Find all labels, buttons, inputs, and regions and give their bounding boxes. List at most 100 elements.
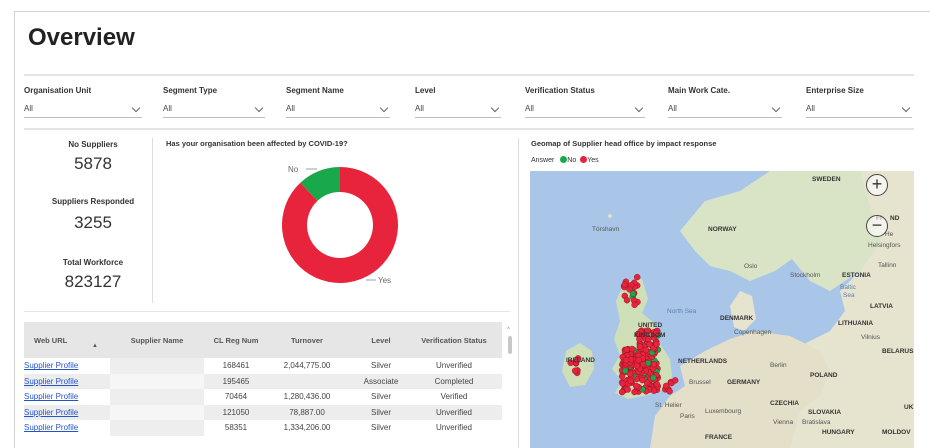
map-label: Copenhagen [734,329,772,336]
filter-segment-name[interactable]: Segment Name All [286,86,390,118]
divider [518,138,519,448]
column-header-web-url[interactable]: Web URL [24,322,110,358]
supplier-profile-link[interactable]: Supplier Profile [24,423,78,432]
map-label: Vienna [773,419,794,426]
turnover-cell: 1,280,436.00 [283,392,331,402]
map-label: ESTONIA [842,272,871,279]
turnover-cell: 1,334,206.00 [283,423,331,433]
supplier-map-point[interactable] [639,360,647,368]
level-cell: Silver [346,404,416,420]
supplier-profile-link[interactable]: Supplier Profile [24,361,78,370]
turnover-cell: 78,887.00 [268,404,346,420]
supplier-map-point[interactable] [618,388,626,396]
turnover-cell [268,373,346,389]
chevron-down-icon [131,103,141,113]
scroll-up-icon[interactable]: ^ [507,327,510,333]
donut-slice-yes[interactable] [282,167,398,283]
supplier-profile-link[interactable]: Supplier Profile [24,408,78,417]
legend-title: Answer [531,157,555,164]
status-cell: Unverified [435,361,472,371]
filter-select[interactable]: All [163,103,265,118]
supplier-map-point[interactable] [627,377,634,385]
supplier-map-point[interactable] [633,382,640,390]
supplier-map-point[interactable] [653,341,660,348]
table-row: Supplier Profile 70464 1,280,436.00 Silv… [24,389,502,405]
kpi-value-total-workforce: 823127 [64,272,122,291]
supplier-map-point[interactable] [631,388,638,396]
supplier-map-point[interactable] [623,296,631,304]
filter-label: Level [415,86,436,95]
supplier-map-point[interactable] [639,376,646,384]
column-header-cl-reg-num[interactable]: CL Reg Num [204,322,268,358]
filter-select[interactable]: All [668,103,782,118]
filter-organisation-unit[interactable]: Organisation Unit All [24,86,142,118]
filter-level[interactable]: Level All [415,86,501,118]
supplier-map-point[interactable] [666,388,673,395]
filter-verification-status[interactable]: Verification Status All [525,86,645,118]
zoom-out-button[interactable]: − [866,215,888,237]
map-label: HUNGARY [822,429,855,436]
sort-indicator-icon: ▲ [92,343,98,349]
filter-segment-type[interactable]: Segment Type All [163,86,265,118]
supplier-map-point[interactable] [622,367,629,375]
filter-enterprise-size[interactable]: Enterprise Size All [806,86,912,118]
chevron-down-icon [254,103,264,113]
filter-select[interactable]: All [806,103,912,118]
column-header-supplier-name[interactable]: Supplier Name [110,322,204,358]
supplier-map-point[interactable] [671,377,679,384]
reg-num-cell: 195465 [204,373,268,389]
map-label: Paris [680,413,695,420]
supplier-map-point[interactable] [633,362,641,370]
supplier-map-point[interactable] [623,356,630,364]
supplier-map-point[interactable] [633,273,641,281]
zoom-in-button[interactable]: + [866,174,888,196]
column-header-level[interactable]: Level [346,322,416,358]
kpi-label-no-suppliers: No Suppliers [68,140,118,149]
page-title: Overview [28,24,135,51]
table-row: Supplier Profile 58351 1,334,206.00 Silv… [24,420,502,436]
supplier-map-point[interactable] [631,301,638,309]
geomap[interactable]: SWEDEN FI ND He Helsingfors Tórshavn NOR… [530,171,914,448]
table-scroll-thumb[interactable] [508,336,512,354]
supplier-name-cell [110,404,204,420]
chevron-down-icon [490,103,500,113]
map-label: Luxembourg [705,408,742,415]
filter-select[interactable]: All [525,103,645,118]
filter-select[interactable]: All [415,103,501,118]
kpi-value-suppliers-responded: 3255 [74,213,112,232]
filter-select[interactable]: All [24,103,142,118]
divider [24,128,914,130]
supplier-map-point[interactable] [650,374,657,382]
map-legend: Answer No Yes [531,156,599,164]
map-label: North Sea [667,308,697,315]
supplier-map-point[interactable] [621,281,628,288]
supplier-map-point[interactable] [650,360,658,368]
map-label: SLOVAKIA [808,409,842,416]
supplier-map-point[interactable] [628,345,636,353]
divider [24,311,510,312]
chevron-down-icon [379,103,389,113]
yes-slice-label: Yes [378,276,391,285]
supplier-map-point[interactable] [623,346,631,353]
reg-num-cell: 168461 [222,361,250,371]
filter-main-work-category[interactable]: Main Work Cate. All [668,86,782,118]
status-cell: Unverified [416,404,492,420]
supplier-profile-link[interactable]: Supplier Profile [24,392,78,401]
table-scrollbar[interactable] [492,322,502,358]
filter-label: Segment Name [286,86,344,95]
column-header-turnover[interactable]: Turnover [268,322,346,358]
supplier-map-point[interactable] [619,380,626,387]
column-header-verification-status[interactable]: Verification Status [416,322,492,358]
map-points-svg [567,273,679,396]
supplier-map-point[interactable] [662,382,670,390]
supplier-map-point[interactable] [624,386,631,393]
table-row: Supplier Profile 195465 Associate Comple… [24,373,502,389]
map-label: Sea [843,292,855,299]
map-label: IRELAND [566,357,595,364]
supplier-profile-link[interactable]: Supplier Profile [24,377,78,386]
supplier-map-point[interactable] [571,367,579,375]
filter-select[interactable]: All [286,103,390,118]
map-label: NETHERLANDS [678,358,728,365]
supplier-map-point[interactable] [636,343,644,350]
chevron-down-icon [901,103,911,113]
